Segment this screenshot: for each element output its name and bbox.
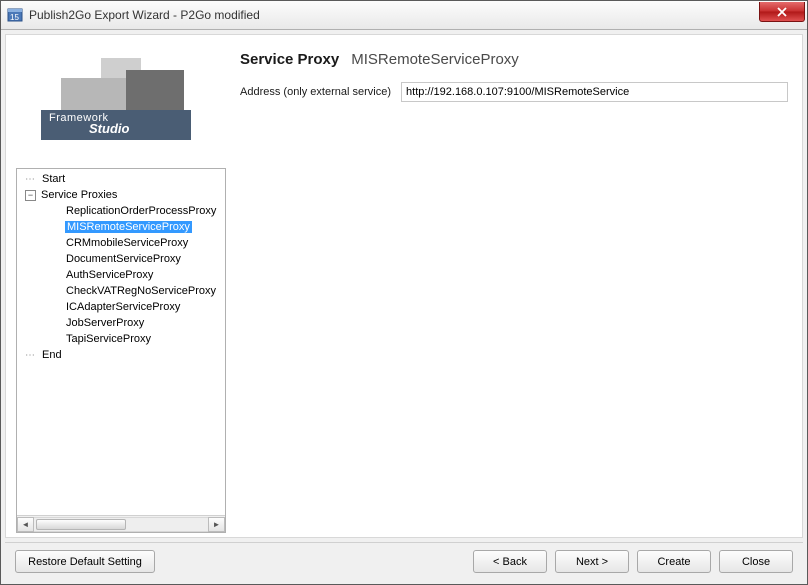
tree-connector: ⋯ bbox=[25, 350, 39, 361]
tree-node-label: MISRemoteServiceProxy bbox=[65, 221, 192, 233]
scroll-left-arrow[interactable]: ◄ bbox=[17, 517, 34, 532]
nav-tree[interactable]: ⋯Start−Service ProxiesReplicationOrderPr… bbox=[17, 169, 225, 515]
wizard-window: 15 Publish2Go Export Wizard - P2Go modif… bbox=[0, 0, 808, 585]
tree-connector: ⋯ bbox=[25, 174, 39, 185]
scroll-thumb[interactable] bbox=[36, 519, 126, 530]
heading-name: MISRemoteServiceProxy bbox=[351, 51, 519, 68]
expander-icon[interactable]: − bbox=[25, 190, 36, 201]
close-icon bbox=[777, 7, 787, 17]
content-area: Framework Studio ⋯Start−Service ProxiesR… bbox=[5, 34, 803, 538]
logo-text-2: Studio bbox=[89, 122, 191, 136]
horizontal-scrollbar[interactable]: ◄ ► bbox=[17, 515, 225, 532]
tree-node-service-proxies[interactable]: −Service Proxies bbox=[17, 187, 225, 203]
address-input[interactable] bbox=[401, 82, 788, 102]
address-row: Address (only external service) bbox=[240, 82, 788, 102]
scroll-track[interactable] bbox=[34, 517, 208, 532]
tree-node-label: CRMmobileServiceProxy bbox=[65, 237, 189, 249]
tree-node-label: TapiServiceProxy bbox=[65, 333, 152, 345]
address-label: Address (only external service) bbox=[240, 86, 391, 98]
tree-node-label: ReplicationOrderProcessProxy bbox=[65, 205, 217, 217]
tree-node-proxy[interactable]: TapiServiceProxy bbox=[17, 331, 225, 347]
window-title: Publish2Go Export Wizard - P2Go modified bbox=[29, 8, 260, 22]
tree-node-proxy[interactable]: JobServerProxy bbox=[17, 315, 225, 331]
tree-node-proxy[interactable]: CheckVATRegNoServiceProxy bbox=[17, 283, 225, 299]
tree-node-proxy[interactable]: DocumentServiceProxy bbox=[17, 251, 225, 267]
app-icon: 15 bbox=[7, 7, 23, 23]
tree-node-end[interactable]: ⋯End bbox=[17, 347, 225, 363]
title-bar[interactable]: 15 Publish2Go Export Wizard - P2Go modif… bbox=[1, 1, 807, 30]
tree-node-proxy[interactable]: MISRemoteServiceProxy bbox=[17, 219, 225, 235]
tree-node-proxy[interactable]: AuthServiceProxy bbox=[17, 267, 225, 283]
tree-node-label: Start bbox=[41, 173, 66, 185]
left-panel: Framework Studio ⋯Start−Service ProxiesR… bbox=[16, 45, 226, 533]
close-button[interactable]: Close bbox=[719, 550, 793, 573]
back-button[interactable]: < Back bbox=[473, 550, 547, 573]
restore-default-button[interactable]: Restore Default Setting bbox=[15, 550, 155, 573]
tree-node-proxy[interactable]: ReplicationOrderProcessProxy bbox=[17, 203, 225, 219]
scroll-right-arrow[interactable]: ► bbox=[208, 517, 225, 532]
tree-node-label: AuthServiceProxy bbox=[65, 269, 154, 281]
tree-node-start[interactable]: ⋯Start bbox=[17, 171, 225, 187]
tree-node-label: CheckVATRegNoServiceProxy bbox=[65, 285, 217, 297]
main-panel: Service Proxy MISRemoteServiceProxy Addr… bbox=[236, 45, 792, 533]
tree-node-label: JobServerProxy bbox=[65, 317, 145, 329]
create-button[interactable]: Create bbox=[637, 550, 711, 573]
page-heading: Service Proxy MISRemoteServiceProxy bbox=[240, 51, 788, 68]
logo: Framework Studio bbox=[16, 45, 226, 160]
tree-node-proxy[interactable]: CRMmobileServiceProxy bbox=[17, 235, 225, 251]
tree-node-label: Service Proxies bbox=[40, 189, 118, 201]
tree-node-label: ICAdapterServiceProxy bbox=[65, 301, 181, 313]
tree-node-proxy[interactable]: ICAdapterServiceProxy bbox=[17, 299, 225, 315]
footer-bar: Restore Default Setting < Back Next > Cr… bbox=[5, 542, 803, 580]
nav-tree-container: ⋯Start−Service ProxiesReplicationOrderPr… bbox=[16, 168, 226, 533]
next-button[interactable]: Next > bbox=[555, 550, 629, 573]
svg-text:15: 15 bbox=[10, 13, 19, 22]
window-close-button[interactable] bbox=[759, 2, 805, 22]
tree-node-label: End bbox=[41, 349, 63, 361]
tree-node-label: DocumentServiceProxy bbox=[65, 253, 182, 265]
heading-label: Service Proxy bbox=[240, 51, 339, 68]
